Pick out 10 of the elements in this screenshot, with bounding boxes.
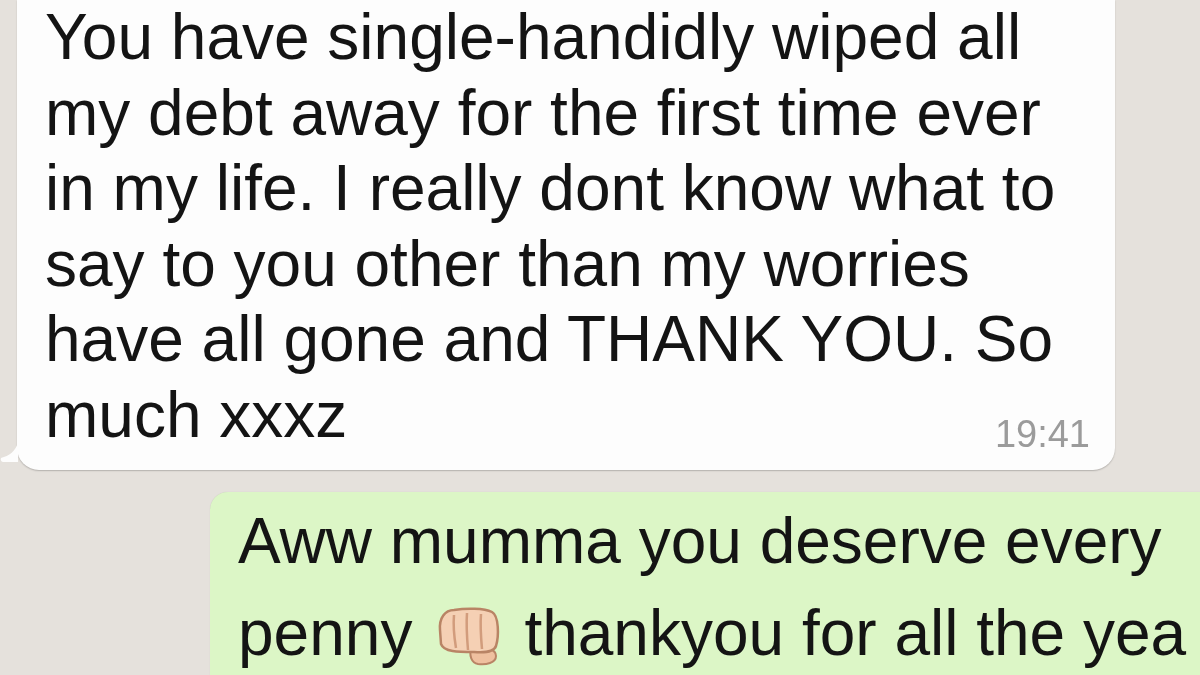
- message-text: thankyou for all the yea: [524, 596, 1187, 669]
- message-text: Aww mumma you deserve every: [238, 505, 1162, 577]
- message-time: 19:41: [994, 415, 1090, 453]
- message-text: say to you other than my worries: [45, 227, 970, 300]
- message-text: penny: [238, 596, 413, 669]
- message-text: You have single-handidly wiped all: [45, 1, 1022, 73]
- message-text: my debt away for the first time ever: [45, 76, 1041, 149]
- message-text: in my life. I really dont know what to: [45, 152, 1056, 224]
- message-text: much xxxz: [45, 378, 348, 451]
- message-text: have all gone and THANK YOU. So: [45, 303, 1053, 375]
